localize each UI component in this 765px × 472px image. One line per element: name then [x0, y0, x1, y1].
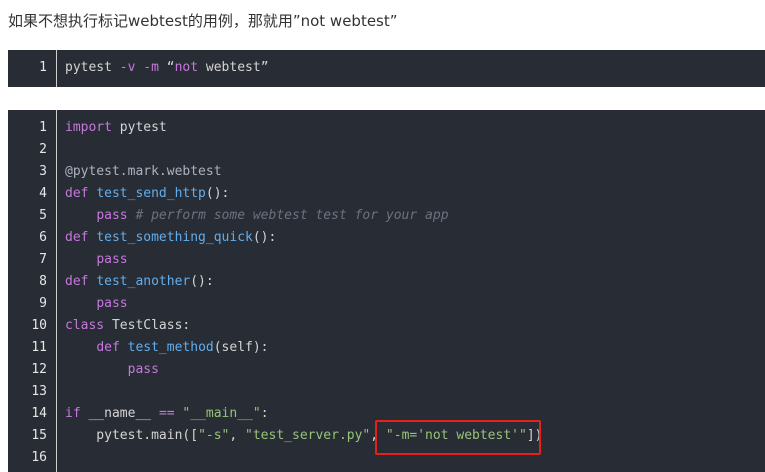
code-token: “	[158, 60, 175, 75]
line-number: 14	[31, 406, 47, 421]
code-line: 10 class TestClass:	[8, 315, 765, 337]
code-token: pytest	[111, 120, 167, 135]
code-line: 1 import pytest	[8, 117, 765, 139]
code-line: 12 pass	[8, 359, 765, 381]
code-token: __name__	[80, 406, 159, 421]
code-text: pass	[65, 293, 128, 315]
code-token: "-s"	[198, 428, 230, 443]
line-number: 13	[31, 384, 47, 399]
code-token: test_another	[96, 274, 191, 289]
code-token: ,	[229, 428, 246, 443]
code-text: pass	[65, 249, 128, 271]
code-text: import pytest	[65, 117, 167, 139]
code-token: "__main__"	[182, 406, 261, 421]
code-text: class TestClass:	[65, 315, 190, 337]
code-token: def	[65, 230, 89, 245]
line-number: 1	[39, 60, 47, 75]
line-number: 4	[39, 186, 47, 201]
code-token: "test_server.py"	[245, 428, 371, 443]
code-token: def	[96, 340, 120, 355]
line-number: 10	[31, 318, 47, 333]
code-line: 9 pass	[8, 293, 765, 315]
code-token: -v	[119, 60, 136, 75]
code-text: if __name__ == "__main__":	[65, 403, 269, 425]
code-token: pass	[96, 208, 128, 223]
code-line: 5 pass # perform some webtest test for y…	[8, 205, 765, 227]
line-number: 15	[31, 428, 47, 443]
code-token: test_method	[127, 340, 214, 355]
intro-text: 如果不想执行标记webtest的用例，那就用”not webtest”	[8, 12, 398, 30]
line-number: 2	[39, 142, 47, 157]
code-token: @pytest.mark.webtest	[65, 164, 222, 179]
highlight-box	[375, 420, 541, 455]
line-number: 12	[31, 362, 47, 377]
code-token: # perform some webtest test for your app	[135, 208, 449, 223]
code-line: 7 pass	[8, 249, 765, 271]
line-number: 8	[39, 274, 47, 289]
code-line: 8 def test_another():	[8, 271, 765, 293]
line-number: 6	[39, 230, 47, 245]
code-token: def	[65, 186, 89, 201]
line-number: 9	[39, 296, 47, 311]
code-token: pass	[96, 296, 128, 311]
code-line: 6 def test_something_quick():	[8, 227, 765, 249]
code-token: ():	[190, 274, 214, 289]
code-line: 1 pytest -v -m “not webtest”	[8, 57, 765, 79]
code-token: :	[260, 406, 269, 421]
command-code-block: 1 pytest -v -m “not webtest”	[8, 50, 765, 87]
code-line: 13	[8, 381, 765, 403]
code-text: pass	[65, 359, 159, 381]
code-token: import	[65, 120, 112, 135]
code-text: pytest -v -m “not webtest”	[65, 57, 269, 79]
code-token: pytest.main([	[65, 428, 199, 443]
code-text: @pytest.mark.webtest	[65, 161, 222, 183]
line-number: 3	[39, 164, 47, 179]
code-token: ==	[158, 406, 175, 421]
line-number: 11	[31, 340, 47, 355]
line-number: 16	[31, 450, 47, 465]
code-line: 3 @pytest.mark.webtest	[8, 161, 765, 183]
code-token: pass	[96, 252, 128, 267]
code-token: ():	[252, 230, 277, 245]
code-text: pass # perform some webtest test for you…	[65, 205, 449, 227]
code-token: -m	[143, 60, 159, 75]
code-text: def test_something_quick():	[65, 227, 276, 249]
code-line: 4 def test_send_http():	[8, 183, 765, 205]
code-token: pass	[127, 362, 159, 377]
code-token: test_send_http	[96, 186, 206, 201]
python-code-block: 1 import pytest 2 3 @pytest.mark.webtest 4 def…	[8, 110, 765, 472]
code-token: webtest”	[198, 60, 269, 75]
code-line: 2	[8, 139, 765, 161]
code-token: class	[65, 318, 105, 333]
line-number: 1	[39, 120, 47, 135]
code-token: def	[65, 274, 89, 289]
code-token: pytest	[65, 60, 120, 75]
code-token: (self):	[213, 340, 269, 355]
code-token: ():	[205, 186, 230, 201]
code-token: not	[174, 60, 199, 75]
code-text: def test_send_http():	[65, 183, 229, 205]
code-token: if	[65, 406, 81, 421]
code-text: def test_another():	[65, 271, 214, 293]
code-token: TestClass:	[104, 318, 191, 333]
code-token: test_something_quick	[96, 230, 253, 245]
code-text: def test_method(self):	[65, 337, 269, 359]
code-line: 11 def test_method(self):	[8, 337, 765, 359]
line-number: 5	[39, 208, 47, 223]
line-number: 7	[39, 252, 47, 267]
